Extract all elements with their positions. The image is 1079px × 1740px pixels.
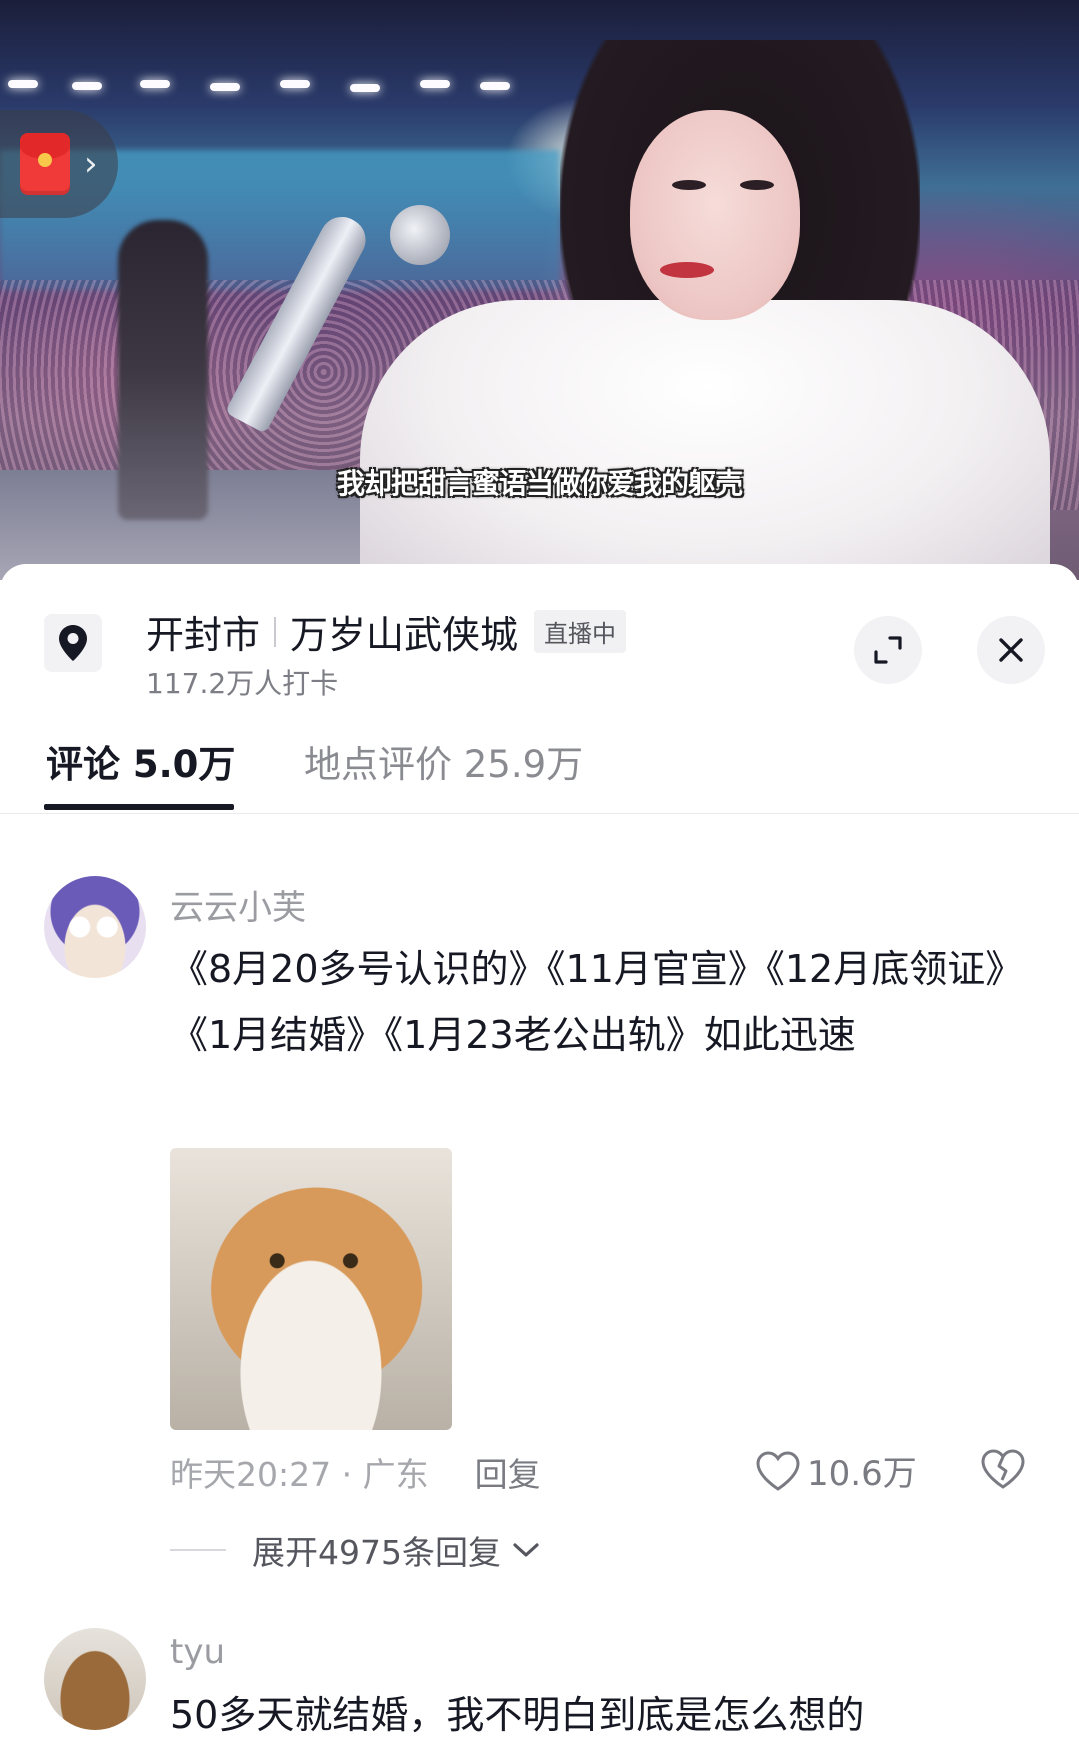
location-city: 开封市 (146, 613, 261, 657)
active-tab-indicator (44, 804, 234, 810)
red-envelope-button[interactable]: › (0, 110, 118, 218)
like-count: 10.6万 (807, 1454, 917, 1494)
dislike-button[interactable] (980, 1448, 1026, 1494)
expand-icon (874, 636, 902, 664)
comment-text: 50多天就结婚，我不明白到底是怎么想的 (170, 1693, 865, 1737)
singer-face (630, 110, 800, 320)
expand-button[interactable] (854, 616, 922, 684)
comment-meta: 昨天20:27 · 广东 回复 (170, 1448, 541, 1496)
video-subtitle: 我却把甜言蜜语当做你爱我的躯壳 (336, 467, 743, 500)
comment-username[interactable]: 云云小芙 (170, 880, 306, 929)
singer-fur-coat (360, 300, 1050, 580)
comment-username[interactable]: tyu (170, 1632, 225, 1672)
chevron-down-icon (513, 1543, 539, 1557)
close-icon (999, 638, 1023, 662)
like-button[interactable]: 10.6万 (755, 1446, 917, 1495)
singer-eye (672, 180, 706, 190)
avatar[interactable] (44, 876, 146, 978)
live-badge: 直播中 (534, 610, 627, 653)
singer-eye (740, 180, 774, 190)
comment-time-location: 昨天20:27 · 广东 (170, 1455, 429, 1494)
checkin-count: 117.2万人打卡 (146, 667, 339, 700)
tab-comments[interactable]: 评论 5.0万 (46, 734, 235, 788)
stage-lights (0, 80, 520, 92)
comment-sheet: 开封市 万岁山武侠城 直播中 117.2万人打卡 评论 5.0万 地点评价 25… (0, 564, 1079, 1740)
comment-text: 《8月20多号认识的》《11月官宣》《12月底领证》《1月结婚》《1月23老公出… (170, 947, 1024, 1057)
divider-line (170, 1549, 226, 1551)
microphone-head (390, 205, 450, 265)
avatar[interactable] (44, 1628, 146, 1730)
broken-heart-icon (981, 1449, 1025, 1489)
title-divider (274, 616, 277, 647)
singer-lips (660, 262, 714, 278)
red-envelope-icon (20, 133, 70, 195)
live-video-player[interactable]: › 我却把甜言蜜语当做你爱我的躯壳 (0, 0, 1079, 580)
chevron-right-icon: › (84, 144, 98, 184)
expand-replies-button[interactable]: 展开4975条回复 (170, 1526, 541, 1574)
tab-location-reviews[interactable]: 地点评价 25.9万 (304, 734, 583, 788)
location-place: 万岁山武侠城 (290, 613, 519, 657)
sad-cat-sticker[interactable] (170, 1148, 452, 1430)
location-title[interactable]: 开封市 万岁山武侠城 直播中 (146, 604, 627, 659)
comment-tabs: 评论 5.0万 地点评价 25.9万 (0, 724, 1079, 814)
close-button[interactable] (977, 616, 1045, 684)
reply-button[interactable]: 回复 (475, 1448, 541, 1496)
location-pin-icon (44, 614, 102, 672)
expand-replies-label: 展开4975条回复 (252, 1533, 501, 1572)
heart-icon (756, 1450, 800, 1491)
